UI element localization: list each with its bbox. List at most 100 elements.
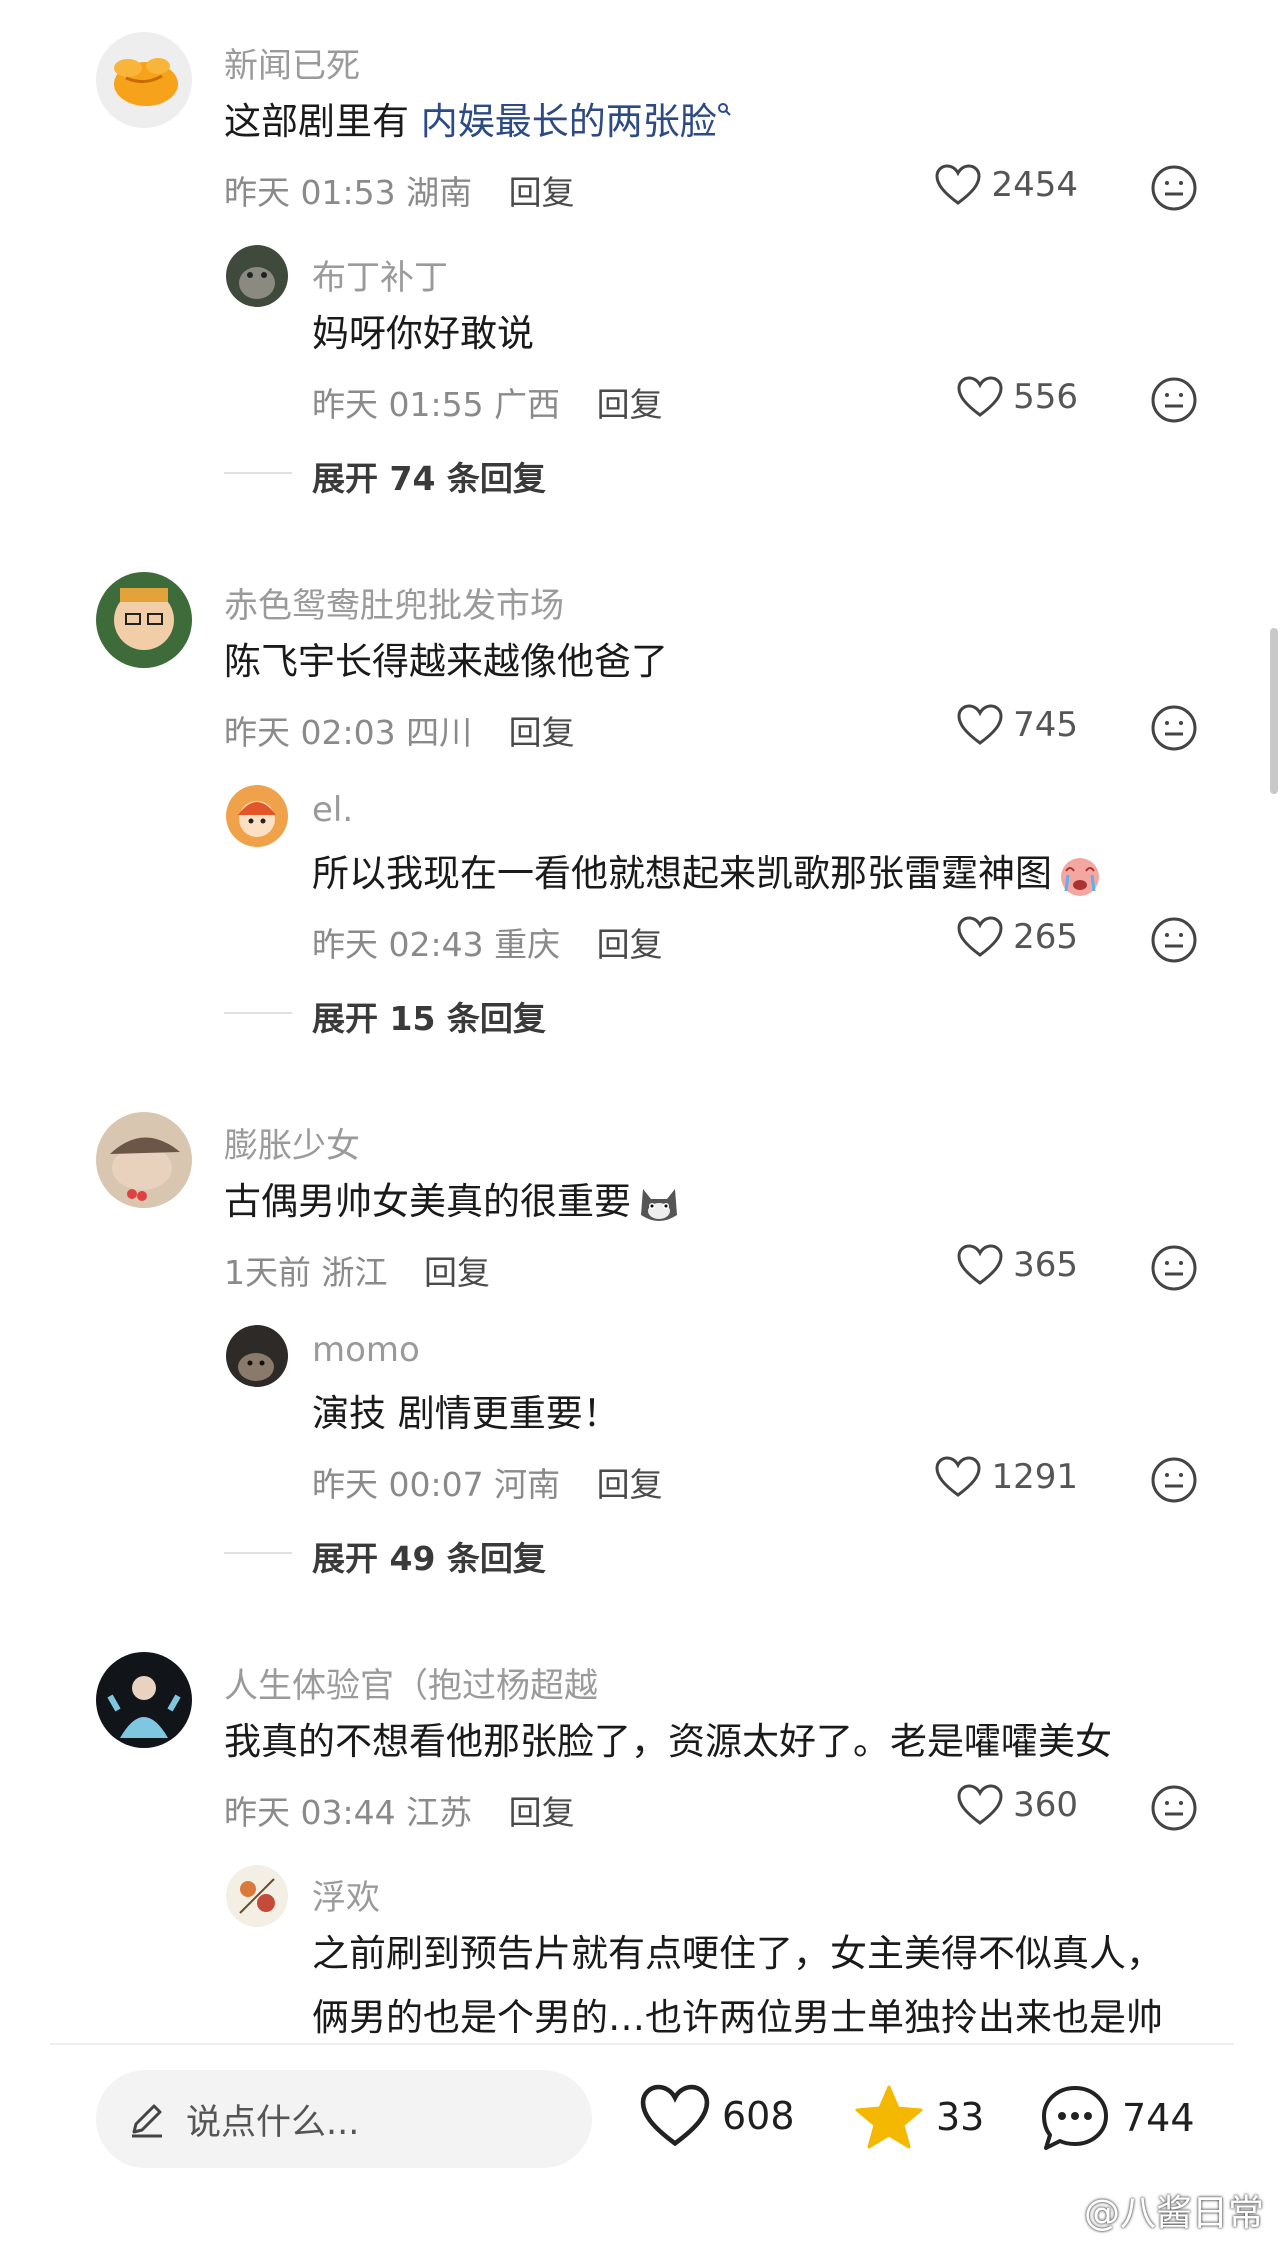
reply-meta: 昨天 01:55 广西 回复	[312, 378, 663, 426]
avatar[interactable]	[226, 245, 288, 307]
reply-button[interactable]: 回复	[509, 1793, 575, 1832]
illustration-avatar-icon	[239, 1878, 275, 1914]
like-count: 745	[1013, 705, 1078, 745]
comment-username[interactable]: 膨胀少女	[224, 1118, 360, 1167]
like-button[interactable]: 745	[957, 704, 1078, 746]
avatar[interactable]	[96, 572, 192, 668]
chat-bubble-icon	[1042, 2086, 1108, 2150]
post-like-button[interactable]: 608	[640, 2084, 795, 2148]
comment-meta: 1天前 浙江 回复	[224, 1246, 490, 1294]
reply-username[interactable]: 浮欢	[312, 1870, 380, 1919]
reply-time: 昨天 01:55	[312, 385, 484, 424]
expand-divider	[224, 1012, 292, 1014]
reply-button[interactable]: 回复	[509, 173, 575, 212]
comment-text: 这部剧里有 内娱最长的两张脸	[224, 96, 733, 148]
like-count: 2454	[991, 165, 1078, 205]
reply-location: 重庆	[494, 925, 561, 964]
avatar[interactable]	[226, 785, 288, 847]
bottom-action-bar: 说点什么... 608 33 744 @八酱日常	[0, 2046, 1284, 2246]
reply-text-line: 俩男的也是个男的…也许两位男士单独拎出来也是帅	[312, 1996, 1163, 2039]
comment-username[interactable]: 新闻已死	[224, 38, 360, 87]
cartoon-girl-avatar-icon	[238, 801, 276, 837]
expand-replies-button[interactable]: 展开 74 条回复	[312, 452, 546, 500]
expand-replies-button[interactable]: 展开 15 条回复	[312, 992, 546, 1040]
like-count: 556	[1013, 377, 1078, 417]
heart-icon	[957, 376, 1003, 417]
like-button[interactable]: 2454	[935, 164, 1078, 206]
avatar[interactable]	[96, 32, 192, 128]
like-button[interactable]: 1291	[935, 1456, 1078, 1498]
reply-meta: 昨天 00:07 河南 回复	[312, 1458, 663, 1506]
neutral-face-icon[interactable]	[1150, 916, 1198, 964]
comment-time: 1天前	[224, 1253, 311, 1292]
heart-icon	[957, 916, 1003, 957]
comment-location: 四川	[406, 713, 473, 752]
avatar[interactable]	[226, 1865, 288, 1927]
reply-time: 昨天 00:07	[312, 1465, 484, 1504]
search-link[interactable]: 内娱最长的两张脸	[421, 100, 717, 143]
reply-location: 广西	[494, 385, 561, 424]
like-button[interactable]: 265	[957, 916, 1078, 958]
neutral-face-icon[interactable]	[1150, 1784, 1198, 1832]
comment-username[interactable]: 赤色鸳鸯肚兜批发市场	[224, 578, 564, 627]
comment-meta: 昨天 02:03 四川 回复	[224, 706, 575, 754]
heart-icon	[957, 704, 1003, 745]
comment-time: 昨天 03:44	[224, 1793, 396, 1832]
comment-location: 湖南	[406, 173, 473, 212]
neutral-face-icon[interactable]	[1150, 704, 1198, 752]
reply-text-line: 之前刷到预告片就有点哽住了，女主美得不似真人，	[312, 1932, 1163, 1975]
heart-icon	[957, 1244, 1003, 1285]
reply-username[interactable]: el.	[312, 790, 353, 830]
reply-text: 妈呀你好敢说	[312, 312, 534, 355]
search-icon[interactable]	[717, 102, 733, 118]
reply-button[interactable]: 回复	[597, 385, 663, 424]
like-button[interactable]: 360	[957, 1784, 1078, 1826]
expand-divider	[224, 1552, 292, 1554]
avatar[interactable]	[96, 1652, 192, 1748]
comment-text-plain: 这部剧里有	[224, 100, 421, 143]
comment-input[interactable]: 说点什么...	[96, 2070, 592, 2168]
animal-avatar-icon	[238, 1353, 274, 1381]
avatar[interactable]	[226, 1325, 288, 1387]
expand-divider	[224, 472, 292, 474]
reply-button[interactable]: 回复	[597, 925, 663, 964]
reply-button[interactable]: 回复	[597, 1465, 663, 1504]
crying-emoji-icon	[1061, 857, 1099, 896]
person-avatar-icon	[114, 588, 174, 650]
reply-text: 所以我现在一看他就想起来凯歌那张雷霆神图	[312, 848, 1104, 900]
like-button[interactable]: 556	[957, 376, 1078, 418]
post-like-count: 608	[722, 2094, 795, 2138]
reply-username[interactable]: 布丁补丁	[312, 250, 448, 299]
like-count: 360	[1013, 1785, 1078, 1825]
like-count: 365	[1013, 1245, 1078, 1285]
comment-time: 昨天 02:03	[224, 713, 396, 752]
heart-icon	[957, 1784, 1003, 1825]
heart-icon	[935, 164, 981, 205]
reply-button[interactable]: 回复	[509, 713, 575, 752]
expand-replies-button[interactable]: 展开 49 条回复	[312, 1532, 546, 1580]
comments-button[interactable]: 744	[1040, 2084, 1195, 2152]
neutral-face-icon[interactable]	[1150, 164, 1198, 212]
cat-emoji-icon	[641, 1188, 677, 1221]
comment-input-placeholder: 说点什么...	[186, 2102, 360, 2143]
avatar[interactable]	[96, 1112, 192, 1208]
reply-meta: 昨天 02:43 重庆 回复	[312, 918, 663, 966]
watermark: @八酱日常	[1034, 2184, 1264, 2236]
like-count: 265	[1013, 917, 1078, 957]
reply-username[interactable]: momo	[312, 1330, 420, 1370]
neutral-face-icon[interactable]	[1150, 1244, 1198, 1292]
comment-location: 江苏	[406, 1793, 473, 1832]
neutral-face-icon[interactable]	[1150, 376, 1198, 424]
reply-button[interactable]: 回复	[424, 1253, 490, 1292]
comment-text: 古偶男帅女美真的很重要	[224, 1176, 683, 1228]
pinching-hand-emoji-icon	[114, 58, 178, 106]
like-button[interactable]: 365	[957, 1244, 1078, 1286]
scrollbar[interactable]	[1270, 628, 1278, 794]
favorite-button[interactable]: 33	[854, 2084, 984, 2150]
comment-username[interactable]: 人生体验官（抱过杨超越	[224, 1658, 598, 1707]
heart-icon	[935, 1456, 981, 1497]
heart-icon	[640, 2084, 710, 2147]
weibo-logo-icon	[1035, 2194, 1076, 2227]
animal-avatar-icon	[239, 267, 275, 299]
neutral-face-icon[interactable]	[1150, 1456, 1198, 1504]
